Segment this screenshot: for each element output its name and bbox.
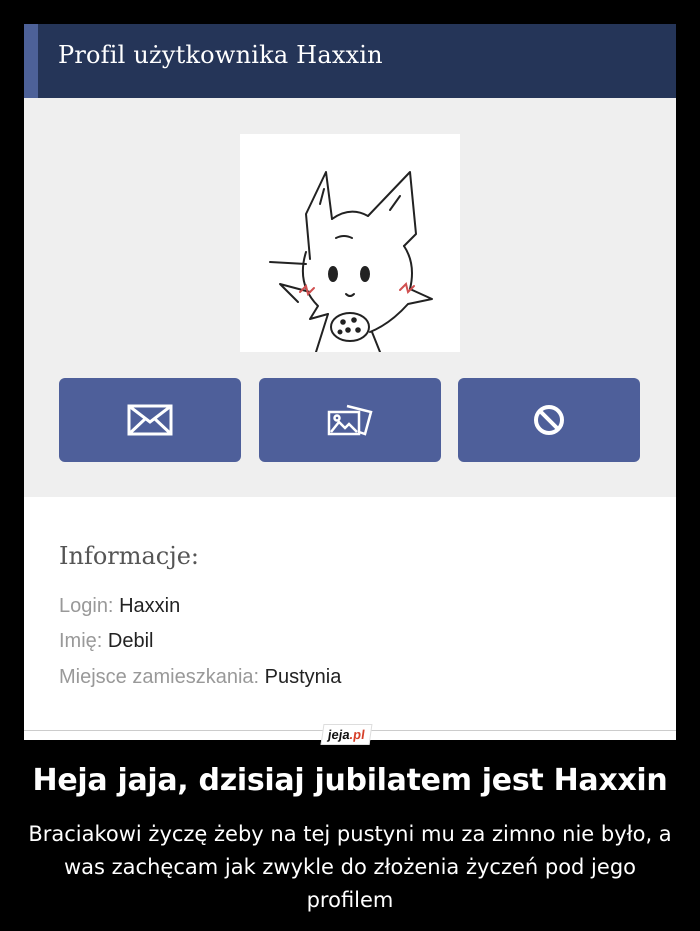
cat-avatar-drawing <box>269 171 433 353</box>
jeja-logo[interactable]: jeja.pl <box>320 724 373 745</box>
info-name-value: Debil <box>107 630 154 652</box>
profile-header: Profil użytkownika Haxxin <box>24 24 676 98</box>
info-login-row: Login: Haxxin <box>59 595 180 618</box>
info-name-row: Imię: Debil <box>59 630 153 653</box>
info-place-row: Miejsce zamieszkania: Pustynia <box>59 666 341 689</box>
images-icon <box>327 404 373 436</box>
avatar <box>240 134 460 353</box>
gallery-button[interactable] <box>259 378 441 462</box>
demotivator-text: Braciakowi życzę żeby na tej pustyni mu … <box>28 822 672 912</box>
block-icon <box>534 405 564 435</box>
profile-card: Profil użytkownika Haxxin Informacje: Lo… <box>24 24 676 740</box>
header-accent-bar <box>24 24 38 98</box>
info-place-label: Miejsce zamieszkania: <box>59 666 260 688</box>
info-heading: Informacje: <box>59 542 199 570</box>
logo-tld: .pl <box>348 727 366 742</box>
info-login-value: Haxxin <box>119 595 181 617</box>
page-title: Profil użytkownika Haxxin <box>58 41 383 69</box>
block-user-button[interactable] <box>458 378 640 462</box>
info-name-label: Imię: <box>59 630 103 652</box>
info-place-value: Pustynia <box>264 666 342 688</box>
demotivator-headline: Heja jaja, dzisiaj jubilatem jest Haxxin <box>32 763 668 798</box>
envelope-icon <box>127 404 173 436</box>
send-message-button[interactable] <box>59 378 241 462</box>
info-login-label: Login: <box>59 595 114 617</box>
logo-brand: jeja <box>326 727 351 742</box>
